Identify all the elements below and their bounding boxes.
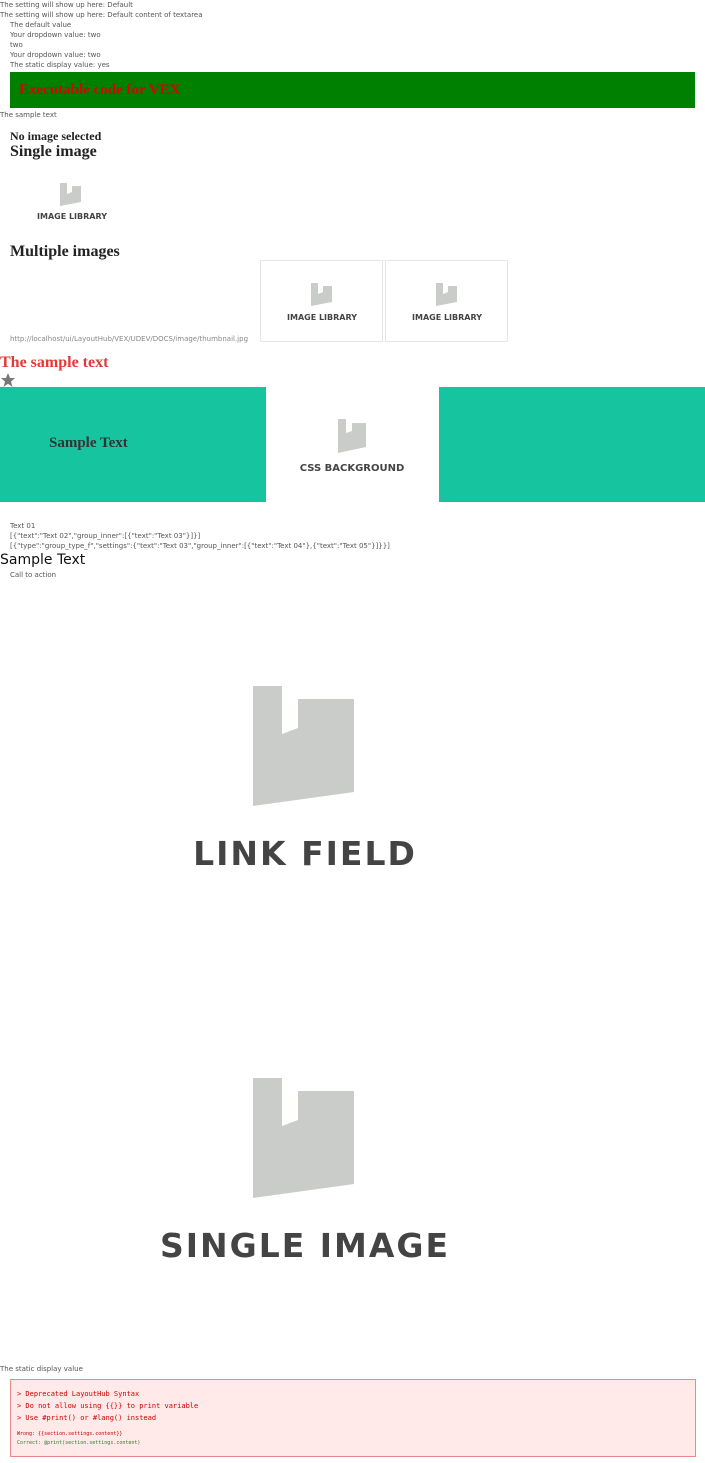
single-image-heading: Single image xyxy=(10,143,97,160)
teal-sample-text: Sample Text xyxy=(49,435,128,451)
error-line-2: > Do not allow using {{}} to print varia… xyxy=(17,1402,199,1410)
call-to-action-link[interactable]: Call to action xyxy=(10,570,56,580)
text-01: Text 01 xyxy=(10,522,36,530)
error-line-3: > Use #print() or #lang() instead xyxy=(17,1414,157,1422)
no-image-selected: No image selected xyxy=(10,129,102,143)
text-03-json: [{"type":"group_type_f","settings":{"tex… xyxy=(10,542,390,550)
image-library-caption: IMAGE LIBRARY xyxy=(287,313,357,322)
thumbnail-1: IMAGE LIBRARY xyxy=(260,260,383,342)
text-02-json: [{"text":"Text 02","group_inner":[{"text… xyxy=(10,532,201,540)
static-display-plain: The static display value xyxy=(0,1365,83,1373)
dropdown-two: two xyxy=(10,41,23,49)
star-icon xyxy=(1,373,15,387)
deprecated-syntax-warning: > Deprecated LayoutHub Syntax > Do not a… xyxy=(10,1379,696,1457)
error-correct-example: Correct: @print(section.settings.content… xyxy=(17,1440,141,1446)
css-background-placeholder: CSS BACKGROUND xyxy=(300,419,405,474)
dropdown-value-2: Your dropdown value: two xyxy=(10,51,101,59)
single-image-placeholder: SINGLE IMAGE xyxy=(160,1078,450,1265)
link-field-caption: LINK FIELD xyxy=(193,834,417,873)
multiple-images-heading: Multiple images xyxy=(10,243,120,260)
thumbnail-url: http://localhost/ui/LayoutHub/VEX/UDEV/D… xyxy=(10,335,249,343)
dropdown-value-1: Your dropdown value: two xyxy=(10,31,101,39)
css-background-caption: CSS BACKGROUND xyxy=(300,463,405,474)
image-library-placeholder: IMAGE LIBRARY xyxy=(37,183,107,221)
teal-block-left: Sample Text xyxy=(0,387,266,502)
sample-text-small: The sample text xyxy=(0,111,57,119)
static-display-value: The static display value: yes xyxy=(10,61,110,69)
vex-banner: Executable code for VEX xyxy=(10,72,695,108)
error-wrong-example: Wrong: {{section.settings.content}} xyxy=(17,1431,123,1437)
link-field-placeholder[interactable]: LINK FIELD xyxy=(170,680,440,875)
red-heading: The sample text xyxy=(0,354,109,371)
setting-line-1: The setting will show up here: Default xyxy=(0,1,133,9)
teal-block-right xyxy=(439,387,705,502)
default-value: The default value xyxy=(10,21,72,29)
image-library-caption: IMAGE LIBRARY xyxy=(412,313,482,322)
sample-text-large: Sample Text xyxy=(0,552,86,568)
error-line-1: > Deprecated LayoutHub Syntax xyxy=(17,1390,140,1398)
image-library-caption: IMAGE LIBRARY xyxy=(37,212,107,221)
single-image-caption: SINGLE IMAGE xyxy=(160,1226,450,1265)
thumbnail-2: IMAGE LIBRARY xyxy=(385,260,508,342)
setting-line-2: The setting will show up here: Default c… xyxy=(0,11,203,19)
